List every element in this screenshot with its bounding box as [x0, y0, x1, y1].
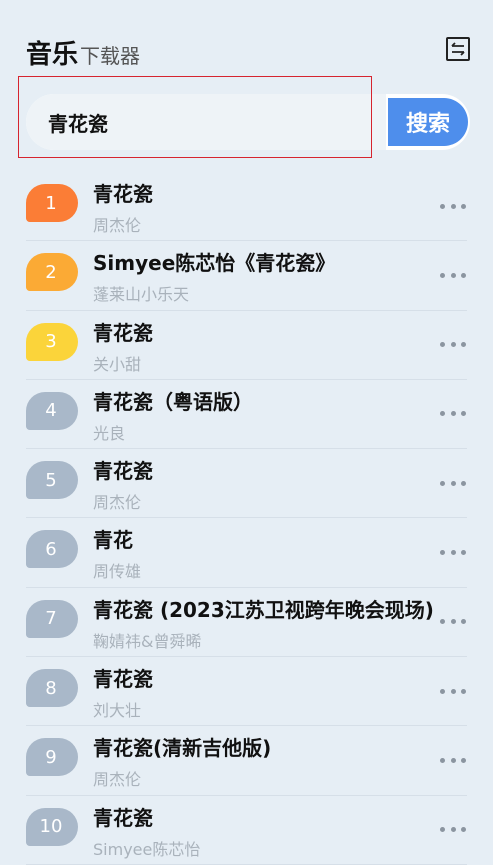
list-item[interactable]: 4 青花瓷（粤语版） 光良 — [0, 380, 493, 450]
list-item[interactable]: 6 青花周传雄 — [0, 518, 493, 588]
rank-badge: 10 — [26, 807, 78, 846]
more-options-icon[interactable] — [440, 341, 466, 349]
list-item[interactable]: 8 青花瓷刘大壮 — [0, 657, 493, 727]
song-title: 青花 — [93, 528, 133, 553]
song-title: Simyee陈芯怡《青花瓷》 — [93, 251, 336, 276]
song-artist: 周传雄 — [93, 562, 142, 582]
list-item[interactable]: 10 青花瓷 Simyee陈芯怡 — [0, 796, 493, 865]
rank-badge: 4 — [26, 391, 78, 430]
list-item[interactable]: 3 青花瓷关小甜 — [0, 311, 493, 380]
list-item[interactable]: 5 青花瓷周杰伦 — [0, 449, 493, 519]
search-button[interactable]: 搜索 — [388, 98, 468, 146]
song-title: 青花瓷 (2023江苏卫视跨年晚会现场) — [93, 597, 434, 622]
song-artist: Simyee陈芯怡 — [93, 839, 201, 859]
song-artist: 周杰伦 — [93, 493, 142, 513]
song-title: 青花瓷 — [93, 182, 153, 206]
list-item[interactable]: 1 青花瓷周杰伦 — [0, 172, 493, 242]
song-title: 青花瓷(清新吉他版) — [93, 736, 272, 761]
more-options-icon[interactable] — [440, 479, 466, 487]
song-artist: 蓬莱山小乐天 — [93, 285, 190, 305]
song-artist: 光良 — [93, 423, 126, 443]
song-title: 青花瓷 — [93, 667, 153, 692]
more-options-icon[interactable] — [440, 756, 466, 764]
more-options-icon[interactable] — [440, 687, 466, 695]
song-artist: 刘大壮 — [93, 701, 142, 721]
song-artist: 周杰伦 — [93, 770, 142, 790]
rank-badge: 5 — [26, 461, 78, 500]
more-options-icon[interactable] — [440, 271, 466, 279]
song-artist: 周杰伦 — [93, 216, 142, 235]
switch-arrows-icon[interactable] — [446, 37, 470, 61]
song-artist: 鞠婧祎&曾舜晞 — [93, 631, 202, 651]
more-options-icon[interactable] — [440, 410, 466, 418]
song-title: 青花瓷 — [93, 320, 153, 345]
list-item[interactable]: 7 青花瓷 (2023江苏卫视跨年晚会现场) 鞠婧祎&曾舜晞 — [0, 588, 493, 658]
rank-badge: 6 — [26, 530, 78, 569]
result-list: 1 青花瓷 周杰伦 2 Simyee陈芯怡《青花瓷》 蓬莱山小乐天 3 青花瓷 关小甜 4 青花瓷（… — [0, 172, 493, 865]
rank-badge: 1 — [26, 184, 78, 222]
more-options-icon[interactable] — [440, 202, 466, 210]
song-artist: 关小甜 — [93, 354, 142, 374]
app-header: 音乐 下载器 — [26, 34, 140, 70]
more-options-icon[interactable] — [440, 548, 466, 556]
song-title: 青花瓷 — [93, 805, 153, 830]
rank-badge: 2 — [26, 253, 78, 292]
list-item[interactable]: 2 Simyee陈芯怡《青花瓷》蓬莱山小乐天 — [0, 241, 493, 311]
rank-badge: 3 — [26, 322, 78, 361]
list-item[interactable]: 9 青花瓷(清新吉他版) 周杰伦 — [0, 726, 493, 796]
app-title: 音乐 — [26, 40, 79, 70]
app-subtitle: 下载器 — [80, 44, 141, 68]
search-input-highlight — [18, 76, 372, 158]
rank-badge: 9 — [26, 738, 78, 777]
song-title: 青花瓷（粤语版） — [93, 389, 253, 414]
rank-badge: 8 — [26, 669, 78, 708]
rank-badge: 7 — [26, 599, 78, 638]
more-options-icon[interactable] — [440, 826, 466, 834]
song-title: 青花瓷 — [93, 459, 153, 484]
more-options-icon[interactable] — [440, 618, 466, 626]
